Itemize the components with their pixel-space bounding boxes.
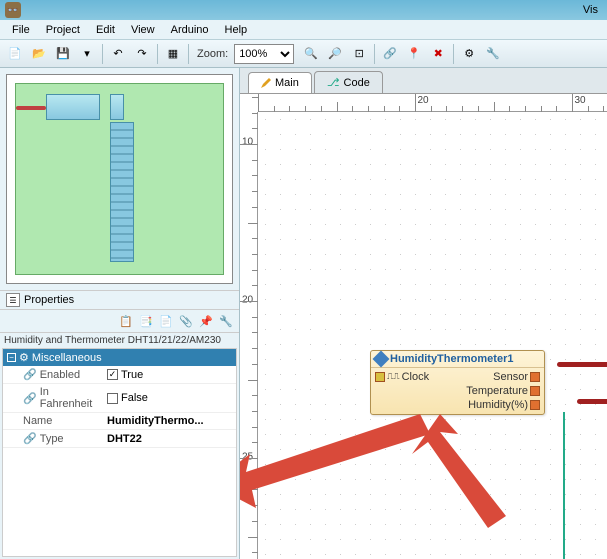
collapse-icon[interactable]: − (7, 353, 16, 362)
wire (563, 412, 565, 559)
property-row-type[interactable]: 🔗Type DHT22 (3, 430, 236, 448)
separator (188, 44, 189, 64)
prop-btn-3[interactable]: 📄 (157, 312, 175, 330)
link-icon: 🔗 (23, 432, 37, 445)
properties-toolbar: 📋 📑 📄 📎 📌 🔧 (0, 310, 239, 333)
code-icon: ⎇ (327, 76, 340, 89)
property-row-fahrenheit[interactable]: 🔗In Fahrenheit False (3, 384, 236, 413)
delete-button[interactable]: ✖ (427, 43, 449, 65)
pin-clock[interactable]: ⎍⎍Clock (373, 370, 464, 384)
redo-button[interactable]: ↷ (131, 43, 153, 65)
design-tabstrip: Main ⎇ Code (240, 68, 607, 94)
canvas-area: Main ⎇ Code 20 30 10 20 25 HumidityTherm (240, 68, 607, 559)
prop-btn-4[interactable]: 📎 (177, 312, 195, 330)
property-row-name[interactable]: Name HumidityThermo... (3, 413, 236, 430)
separator (102, 44, 103, 64)
checkbox-checked-icon[interactable]: ✓ (107, 369, 118, 380)
tool-button-1[interactable]: 🔗 (379, 43, 401, 65)
design-canvas[interactable]: 20 30 10 20 25 HumidityThermometer1 ⎍⎍Cl… (240, 94, 607, 559)
menu-file[interactable]: File (4, 22, 38, 38)
property-row-enabled[interactable]: 🔗Enabled ✓True (3, 366, 236, 384)
zoom-fit-button[interactable]: ⊡ (348, 43, 370, 65)
pin-temperature[interactable]: Temperature (464, 384, 542, 398)
save-button[interactable]: 💾 (52, 43, 74, 65)
component-title: Humidity and Thermometer DHT11/21/22/AM2… (0, 333, 239, 348)
tab-main[interactable]: Main (248, 72, 312, 93)
separator (157, 44, 158, 64)
prop-btn-2[interactable]: 📑 (137, 312, 155, 330)
port-in-icon (375, 372, 385, 382)
preview-pane[interactable] (6, 74, 233, 284)
annotation-arrow (380, 414, 520, 537)
pin-sensor[interactable]: Sensor (464, 370, 542, 384)
gear-icon: ⚙ (19, 351, 29, 364)
property-group-misc[interactable]: − ⚙ Miscellaneous (3, 349, 236, 366)
zoom-in-button[interactable]: 🔍 (300, 43, 322, 65)
component-icon (373, 351, 390, 368)
preview-content (15, 83, 224, 275)
node-header[interactable]: HumidityThermometer1 (371, 351, 544, 368)
link-icon: 🔗 (23, 368, 37, 381)
pin-humidity[interactable]: Humidity(%) (464, 398, 542, 412)
workarea: ☰ Properties 📋 📑 📄 📎 📌 🔧 Humidity and Th… (0, 68, 607, 559)
port-out-icon (530, 400, 540, 410)
group-label: Miscellaneous (32, 352, 102, 364)
wire (577, 399, 607, 404)
app-icon: 👓 (5, 2, 21, 18)
new-button[interactable]: 📄 (4, 43, 26, 65)
undo-button[interactable]: ↶ (107, 43, 129, 65)
config-button[interactable]: 🔧 (482, 43, 504, 65)
clock-icon: ⎍⎍ (387, 372, 400, 382)
menu-help[interactable]: Help (217, 22, 256, 38)
properties-header[interactable]: ☰ Properties (0, 290, 239, 310)
run-button[interactable]: ⚙ (458, 43, 480, 65)
toolbar: 📄 📂 💾 ▾ ↶ ↷ ▦ Zoom: 100% 🔍 🔎 ⊡ 🔗 📍 ✖ ⚙ 🔧 (0, 40, 607, 68)
menu-project[interactable]: Project (38, 22, 88, 38)
tab-code[interactable]: ⎇ Code (314, 71, 383, 93)
left-panel: ☰ Properties 📋 📑 📄 📎 📌 🔧 Humidity and Th… (0, 68, 240, 559)
wire (557, 362, 607, 367)
separator (453, 44, 454, 64)
node-title: HumidityThermometer1 (390, 353, 513, 365)
properties-title: Properties (24, 294, 74, 306)
preview-chip (110, 122, 134, 262)
port-out-icon (530, 386, 540, 396)
tool-button-2[interactable]: 📍 (403, 43, 425, 65)
pencil-icon (261, 78, 271, 88)
checkbox-unchecked-icon[interactable] (107, 393, 118, 404)
menubar: File Project Edit View Arduino Help (0, 20, 607, 40)
prop-btn-pin[interactable]: 📌 (197, 312, 215, 330)
menu-view[interactable]: View (123, 22, 163, 38)
properties-icon: ☰ (6, 293, 20, 307)
preview-chip (110, 94, 124, 120)
port-out-icon (530, 372, 540, 382)
prop-btn-tool[interactable]: 🔧 (217, 312, 235, 330)
link-icon: 🔗 (23, 392, 37, 405)
preview-chip (46, 94, 100, 120)
prop-btn-1[interactable]: 📋 (117, 312, 135, 330)
zoom-out-button[interactable]: 🔎 (324, 43, 346, 65)
zoom-select[interactable]: 100% (234, 44, 294, 64)
menu-arduino[interactable]: Arduino (163, 22, 217, 38)
menu-edit[interactable]: Edit (88, 22, 123, 38)
zoom-label: Zoom: (197, 48, 228, 60)
save-dropdown[interactable]: ▾ (76, 43, 98, 65)
titlebar: 👓 Vis (0, 0, 607, 20)
grid-button[interactable]: ▦ (162, 43, 184, 65)
preview-wire (16, 106, 46, 110)
open-button[interactable]: 📂 (28, 43, 50, 65)
window-title: Vis (26, 4, 602, 16)
separator (374, 44, 375, 64)
ruler-horizontal: 20 30 (258, 94, 607, 112)
properties-tree: − ⚙ Miscellaneous 🔗Enabled ✓True 🔗In Fah… (2, 348, 237, 557)
